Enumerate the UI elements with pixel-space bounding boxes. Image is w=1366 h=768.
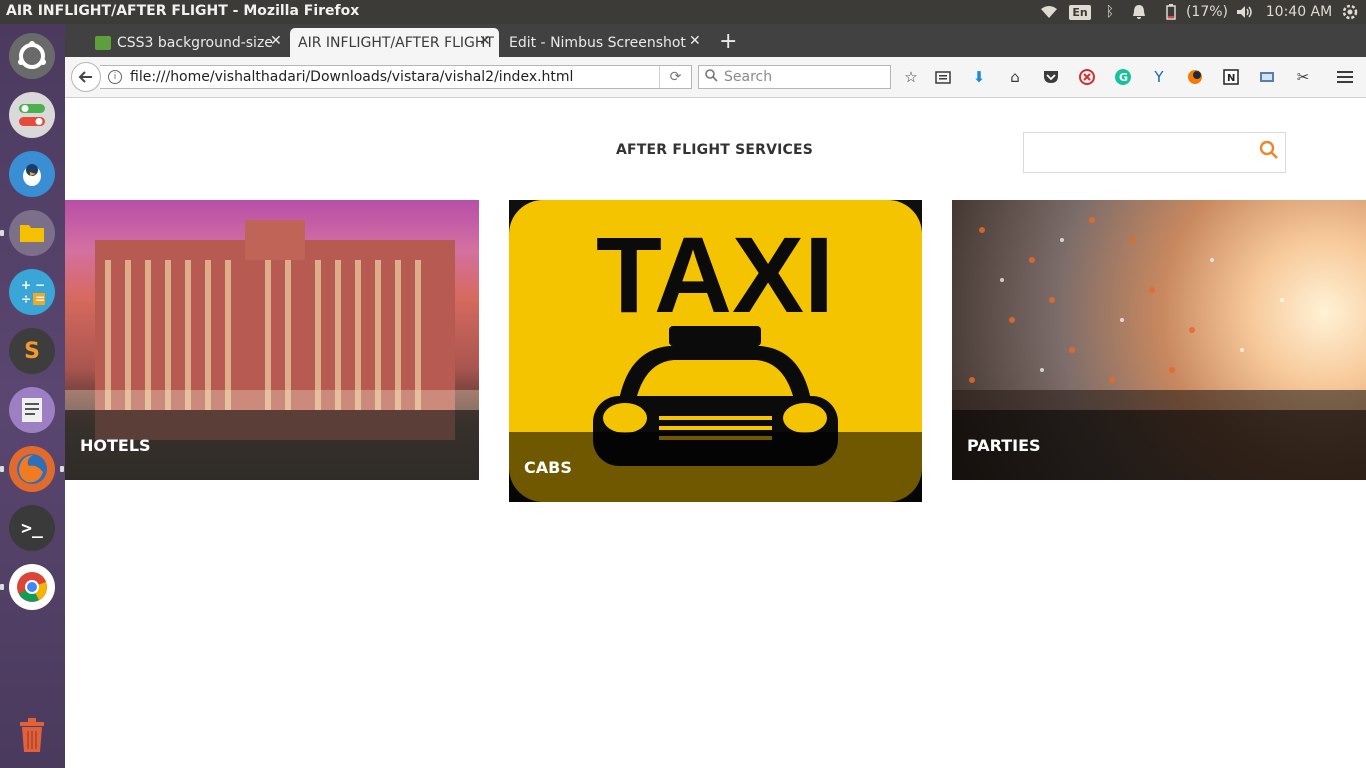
- search-bar[interactable]: Search: [698, 65, 891, 89]
- system-top-panel: AIR INFLIGHT/AFTER FLIGHT - Mozilla Fire…: [0, 0, 1366, 24]
- parties-caption: PARTIES: [952, 410, 1366, 480]
- page-title: AFTER FLIGHT SERVICES: [616, 142, 814, 158]
- navigation-toolbar: i file:///home/vishalthadari/Downloads/v…: [65, 57, 1366, 98]
- home-icon[interactable]: ⌂: [1005, 67, 1025, 87]
- tab-label: AIR INFLIGHT/AFTER FLIGHT: [298, 34, 494, 51]
- battery-percent: (17%): [1185, 4, 1229, 20]
- text-editor-icon[interactable]: [9, 387, 55, 433]
- files-folder-icon[interactable]: [9, 210, 55, 256]
- reload-icon[interactable]: ⟳: [659, 66, 691, 88]
- keyboard-language-indicator[interactable]: En: [1069, 0, 1091, 24]
- grammarly-icon[interactable]: G: [1113, 67, 1133, 87]
- page-info-icon[interactable]: i: [108, 70, 122, 84]
- cabs-caption: CABS: [509, 432, 922, 502]
- new-tab-button[interactable]: +: [719, 29, 737, 54]
- page-content: AFTER FLIGHT SERVICES HOTELS TAXI CABS P…: [65, 99, 1366, 768]
- firefox-icon[interactable]: [9, 446, 55, 492]
- hotels-caption: HOTELS: [65, 410, 479, 480]
- tab-air-inflight[interactable]: AIR INFLIGHT/AFTER FLIGHT: [290, 28, 499, 57]
- tab-close-icon[interactable]: ✕: [479, 33, 491, 49]
- notion-icon[interactable]: N: [1221, 67, 1241, 87]
- bluetooth-icon[interactable]: ᛒ: [1100, 0, 1120, 24]
- svg-text:=: =: [35, 292, 45, 306]
- search-icon: [705, 68, 718, 86]
- hotels-card[interactable]: HOTELS: [65, 200, 479, 480]
- running-indicator: [0, 466, 4, 472]
- adblock-icon[interactable]: [1077, 67, 1097, 87]
- parties-card[interactable]: PARTIES: [952, 200, 1366, 480]
- browser-tab-bar: CSS3 background-size ✕ AIR INFLIGHT/AFTE…: [65, 24, 1366, 57]
- url-bar[interactable]: i file:///home/vishalthadari/Downloads/v…: [100, 65, 692, 89]
- running-indicator: [0, 584, 4, 590]
- sublime-text-icon[interactable]: S: [9, 328, 55, 374]
- chrome-icon[interactable]: [9, 564, 55, 610]
- reading-list-icon[interactable]: [933, 67, 953, 87]
- search-icon[interactable]: [1259, 140, 1279, 165]
- svg-text:G: G: [1119, 71, 1128, 84]
- notification-bell-icon[interactable]: [1129, 0, 1149, 24]
- screenshot-extension-icon[interactable]: [1257, 67, 1277, 87]
- tab-css3-background-size[interactable]: CSS3 background-size: [87, 28, 288, 57]
- pocket-icon[interactable]: [1041, 67, 1061, 87]
- clock[interactable]: 10:40 AM: [1264, 0, 1334, 24]
- scissors-icon[interactable]: ✂: [1293, 67, 1313, 87]
- back-button[interactable]: [71, 62, 101, 92]
- trash-icon[interactable]: [9, 712, 55, 758]
- calculator-icon[interactable]: + − ÷ =: [9, 269, 55, 315]
- focused-indicator: [60, 466, 64, 472]
- volume-icon[interactable]: [1234, 0, 1256, 24]
- battery-icon[interactable]: [1162, 0, 1180, 24]
- tab-edit-nimbus-screenshot[interactable]: Edit - Nimbus Screenshot: [501, 28, 705, 57]
- wifi-icon[interactable]: [1038, 0, 1060, 24]
- running-indicator: [0, 230, 4, 236]
- app-launcher: + − ÷ = S >_: [0, 24, 65, 768]
- site-search-input[interactable]: [1023, 132, 1286, 173]
- window-title: AIR INFLIGHT/AFTER FLIGHT - Mozilla Fire…: [6, 3, 360, 19]
- terminal-icon[interactable]: >_: [9, 505, 55, 551]
- extension-y-icon[interactable]: Y: [1149, 67, 1169, 87]
- extension-drop-icon[interactable]: [1185, 67, 1205, 87]
- tab-label: Edit - Nimbus Screenshot: [509, 34, 686, 51]
- url-text: file:///home/vishalthadari/Downloads/vis…: [130, 69, 574, 85]
- search-placeholder: Search: [724, 69, 773, 85]
- taxi-sign-text: TAXI: [596, 214, 834, 335]
- tab-label: CSS3 background-size: [117, 34, 273, 51]
- hamburger-menu-icon[interactable]: [1335, 67, 1355, 87]
- ubuntu-logo-icon[interactable]: [9, 33, 55, 79]
- toggle-app-icon[interactable]: [9, 92, 55, 138]
- settings-gear-icon[interactable]: [1340, 0, 1360, 24]
- svg-text:+: +: [21, 278, 31, 292]
- language-label: En: [1069, 4, 1091, 20]
- bookmark-star-icon[interactable]: ☆: [901, 67, 921, 87]
- tab-favicon-icon: [95, 35, 111, 50]
- cabs-card[interactable]: TAXI CABS: [509, 200, 922, 502]
- tab-close-icon[interactable]: ✕: [689, 33, 701, 49]
- downloads-arrow-icon[interactable]: ⬇: [969, 67, 989, 87]
- svg-text:÷: ÷: [21, 292, 31, 306]
- svg-text:−: −: [35, 278, 45, 292]
- tab-close-icon[interactable]: ✕: [270, 33, 282, 49]
- messenger-bird-icon[interactable]: [9, 151, 55, 197]
- svg-text:N: N: [1227, 73, 1235, 84]
